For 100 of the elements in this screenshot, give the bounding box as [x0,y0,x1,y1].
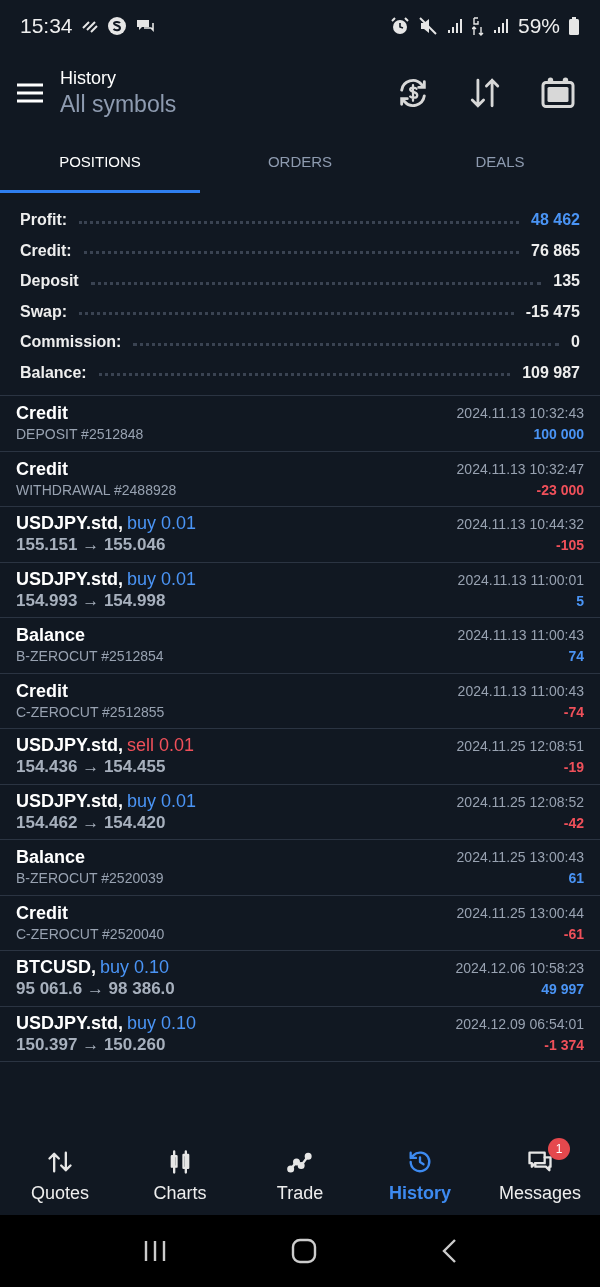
deal-side: buy 0.01 [127,567,197,590]
summary-value: 76 865 [531,240,580,261]
deal-amount: -61 [563,924,584,944]
deal-amount: 100 000 [533,425,584,445]
deal-time: 2024.11.13 10:44:32 [456,515,584,535]
nav-tab[interactable]: History [360,1135,480,1207]
notification-icon [80,18,99,34]
deal-type: Credit [16,679,69,702]
deal-side: buy 0.10 [100,956,170,979]
sort-arrows-icon[interactable] [468,76,502,110]
deal-time: 2024.11.13 10:32:47 [456,459,584,479]
deal-type: Balance [16,846,87,869]
deal-row[interactable]: Credit WITHDRAWAL #2488928 2024.11.13 10:32:47 -23 000 [0,451,600,507]
skype-icon [106,16,127,36]
tab[interactable]: DEALS [400,134,600,193]
summary-value: 48 462 [531,210,580,231]
deal-row[interactable]: USDJPY.std, sell 0.01 154.436 → 154.455 2024.11.25 12:08:51 -19 [0,729,600,785]
back-icon[interactable] [440,1238,459,1264]
deal-time: 2024.12.09 06:54:01 [455,1014,584,1034]
deal-symbol: USDJPY.std, [16,1011,124,1034]
summary-value: -15 475 [525,301,580,322]
summary-label: Balance: [20,362,87,383]
deal-comment: B-ZEROCUT #2520039 [16,869,164,889]
notification-badge: 1 [548,1138,570,1160]
nav-tab[interactable]: Quotes [0,1135,120,1207]
deal-side: sell 0.01 [127,734,195,757]
signal-icon [491,17,510,35]
deal-time: 2024.11.25 13:00:44 [456,903,584,923]
deal-time: 2024.11.25 12:08:51 [456,737,584,757]
deal-row[interactable]: BTCUSD, buy 0.10 95 061.6 → 98 386.0 2024.12.06 10:58:23 49 997 [0,951,600,1007]
summary-label: Swap: [20,301,68,322]
deal-row[interactable]: Credit C-ZEROCUT #2512855 2024.11.13 11:00:43 -74 [0,673,600,729]
deal-amount: -23 000 [536,480,584,500]
deal-row[interactable]: USDJPY.std, buy 0.01 154.993 → 154.998 2024.11.13 11:00:01 5 [0,562,600,618]
header-subtitle: All symbols [60,90,177,119]
summary-label: Credit: [20,240,72,261]
deal-amount: 74 [568,647,584,667]
deal-symbol: USDJPY.std, [16,512,124,535]
deal-side: buy 0.10 [127,1011,197,1034]
deal-symbol: USDJPY.std, [16,567,124,590]
summary-value: 0 [571,332,580,353]
deal-amount: 61 [568,869,584,889]
deal-time: 2024.11.13 11:00:01 [457,570,584,590]
deal-amount: 49 997 [541,980,584,1000]
tab[interactable]: POSITIONS [0,134,200,193]
deal-prices: 95 061.6 → 98 386.0 [16,978,175,1001]
nav-tab[interactable]: 1 Messages [480,1135,600,1207]
deal-type: Credit [16,901,69,924]
deal-row[interactable]: USDJPY.std, buy 0.10 150.397 → 150.260 2024.12.09 06:54:01 -1 374 [0,1006,600,1062]
summary-label: Profit: [20,210,68,231]
nav-tab[interactable]: Trade [240,1135,360,1207]
deal-symbol: USDJPY.std, [16,734,124,757]
battery-percent: 59% [517,13,560,40]
calendar-icon[interactable] [540,75,576,111]
deal-comment: C-ZEROCUT #2520040 [16,924,165,944]
status-time: 15:34 [20,13,73,40]
deal-time: 2024.11.25 12:08:52 [456,792,584,812]
header-title: History [60,67,117,89]
deal-amount: -1 374 [544,1035,584,1055]
home-icon[interactable] [291,1238,317,1264]
deal-side: buy 0.01 [127,512,197,535]
deal-comment: WITHDRAWAL #2488928 [16,480,177,500]
deal-row[interactable]: Credit C-ZEROCUT #2520040 2024.11.25 13:00:44 -61 [0,895,600,951]
deal-type: Credit [16,402,69,425]
deal-comment: DEPOSIT #2512848 [16,425,144,445]
deal-symbol: BTCUSD, [16,956,96,979]
deal-amount: -105 [555,536,584,556]
deal-row[interactable]: USDJPY.std, buy 0.01 154.462 → 154.420 2024.11.25 12:08:52 -42 [0,784,600,840]
deal-row[interactable]: USDJPY.std, buy 0.01 155.151 → 155.046 2024.11.13 10:44:32 -105 [0,507,600,563]
deal-type: Balance [16,624,87,647]
battery-icon [568,16,580,36]
deal-time: 2024.12.06 10:58:23 [455,959,584,979]
deal-time: 2024.11.25 13:00:43 [456,848,584,868]
deal-prices: 155.151 → 155.046 [16,534,167,557]
deal-row[interactable]: Balance B-ZEROCUT #2512854 2024.11.13 11:00:43 74 [0,618,600,674]
deal-side: buy 0.01 [127,789,197,812]
summary-label: Deposit [20,271,79,292]
deal-row[interactable]: Credit DEPOSIT #2512848 2024.11.13 10:32:43 100 000 [0,396,600,452]
deal-time: 2024.11.13 11:00:43 [457,626,584,646]
tab[interactable]: ORDERS [200,134,400,193]
deal-amount: 5 [576,591,584,611]
summary-label: Commission: [20,332,122,353]
deal-prices: 154.462 → 154.420 [16,811,167,834]
menu-icon[interactable] [16,82,44,104]
deal-comment: B-ZEROCUT #2512854 [16,647,164,667]
deal-time: 2024.11.13 11:00:43 [457,681,584,701]
deal-prices: 154.993 → 154.998 [16,589,167,612]
deal-prices: 150.397 → 150.260 [16,1033,167,1056]
deal-row[interactable]: Balance B-ZEROCUT #2520039 2024.11.25 13:00:43 61 [0,840,600,896]
deal-time: 2024.11.13 10:32:43 [456,404,584,424]
nav-tab[interactable]: Charts [120,1135,240,1207]
signal-icon [445,17,464,35]
deal-amount: -19 [563,758,584,778]
deal-prices: 154.436 → 154.455 [16,756,167,779]
deal-amount: -74 [563,702,584,722]
chat-icon [134,17,155,35]
deal-comment: C-ZEROCUT #2512855 [16,702,165,722]
mute-icon [417,16,438,36]
summary-value: 109 987 [522,362,580,383]
deal-type: Credit [16,457,69,480]
